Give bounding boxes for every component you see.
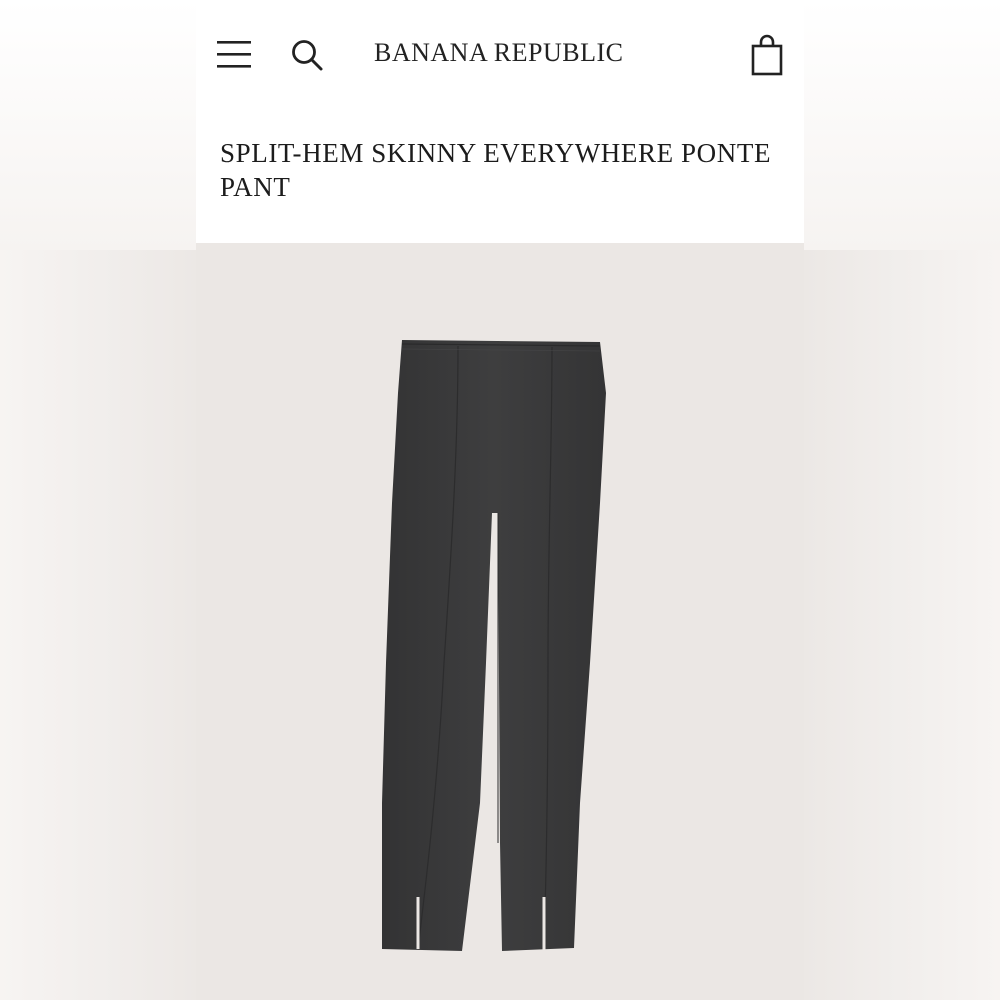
product-image-area[interactable] [196,243,804,1000]
site-header: BANANA REPUBLIC [196,0,804,110]
product-title: SPLIT-HEM SKINNY EVERYWHERE PONTE PANT [220,138,772,202]
brand-logo[interactable]: BANANA REPUBLIC [374,38,623,68]
search-icon[interactable] [290,38,324,72]
mobile-page: BANANA REPUBLIC SPLIT-HEM SKINNY EVERYWH… [196,0,804,1000]
shopping-bag-icon[interactable] [750,34,784,76]
hamburger-menu-icon[interactable] [216,38,252,70]
product-image [382,340,606,951]
